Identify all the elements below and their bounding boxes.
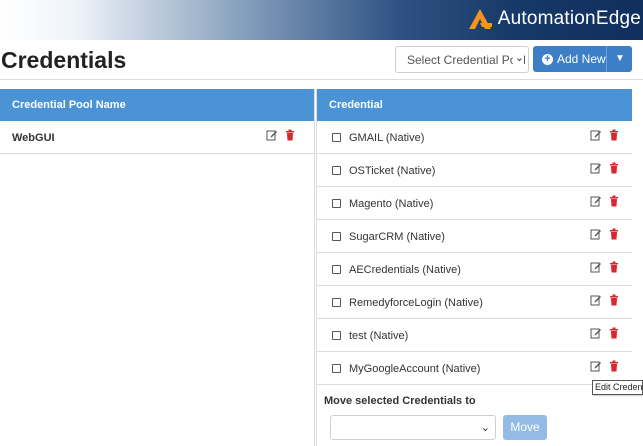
credential-row[interactable]: OSTicket (Native) bbox=[317, 154, 632, 187]
brand-name: AutomationEdge bbox=[497, 8, 641, 29]
edit-icon[interactable] bbox=[266, 129, 278, 141]
credential-pool-header: Credential Pool Name bbox=[0, 89, 314, 121]
delete-icon[interactable] bbox=[608, 294, 620, 306]
credential-label: test (Native) bbox=[349, 330, 409, 342]
delete-icon[interactable] bbox=[608, 360, 620, 372]
credential-label: MyGoogleAccount (Native) bbox=[349, 363, 481, 375]
credential-checkbox[interactable] bbox=[332, 133, 341, 142]
credential-actions bbox=[590, 261, 620, 273]
chevron-down-icon: ⌄ bbox=[480, 422, 490, 434]
delete-icon[interactable] bbox=[608, 261, 620, 273]
credential-label: RemedyforceLogin (Native) bbox=[349, 297, 483, 309]
edit-icon[interactable] bbox=[590, 261, 602, 273]
credential-checkbox[interactable] bbox=[332, 364, 341, 373]
add-new-label: Add New bbox=[557, 52, 606, 66]
delete-icon[interactable] bbox=[608, 327, 620, 339]
pool-actions bbox=[266, 129, 296, 141]
delete-icon[interactable] bbox=[608, 228, 620, 240]
credential-checkbox[interactable] bbox=[332, 331, 341, 340]
brand-logo: AutomationEdge bbox=[468, 6, 641, 32]
pool-row[interactable]: WebGUI bbox=[0, 121, 314, 154]
move-target-select[interactable]: ⌄ bbox=[330, 415, 496, 440]
credential-label: GMAIL (Native) bbox=[349, 132, 425, 144]
credential-label: AECredentials (Native) bbox=[349, 264, 461, 276]
credential-checkbox[interactable] bbox=[332, 199, 341, 208]
credential-checkbox[interactable] bbox=[332, 232, 341, 241]
move-credentials-label: Move selected Credentials to bbox=[324, 395, 476, 407]
credential-actions bbox=[590, 195, 620, 207]
credential-row[interactable]: test (Native) bbox=[317, 319, 632, 352]
credential-actions bbox=[590, 294, 620, 306]
move-button[interactable]: Move bbox=[503, 415, 547, 440]
delete-icon[interactable] bbox=[608, 195, 620, 207]
credential-actions bbox=[590, 228, 620, 240]
credential-row[interactable]: Magento (Native) bbox=[317, 187, 632, 220]
edit-credential-tooltip: Edit Credential bbox=[592, 380, 643, 395]
edit-icon[interactable] bbox=[590, 195, 602, 207]
add-new-button-group: + Add New ▼ bbox=[533, 46, 632, 72]
caret-down-icon: ▼ bbox=[615, 53, 625, 64]
credential-label: OSTicket (Native) bbox=[349, 165, 436, 177]
credential-panel: Credential GMAIL (Native) OSTicket (Nativ… bbox=[316, 89, 632, 446]
credential-list: GMAIL (Native) OSTicket (Native) Magento (… bbox=[317, 121, 632, 385]
credential-pool-select[interactable]: Select Credential Pool ⌄ bbox=[395, 46, 529, 73]
pool-name: WebGUI bbox=[12, 132, 55, 144]
credential-header: Credential bbox=[317, 89, 632, 121]
credential-actions bbox=[590, 162, 620, 174]
credential-checkbox[interactable] bbox=[332, 166, 341, 175]
delete-icon[interactable] bbox=[608, 162, 620, 174]
credential-row[interactable]: RemedyforceLogin (Native) bbox=[317, 286, 632, 319]
add-new-button[interactable]: + Add New bbox=[533, 46, 607, 72]
edit-icon[interactable] bbox=[590, 228, 602, 240]
credential-checkbox[interactable] bbox=[332, 298, 341, 307]
credential-row[interactable]: SugarCRM (Native) bbox=[317, 220, 632, 253]
edit-icon[interactable] bbox=[590, 129, 602, 141]
edit-icon[interactable] bbox=[590, 360, 602, 372]
credential-checkbox[interactable] bbox=[332, 265, 341, 274]
chevron-down-icon: ⌄ bbox=[512, 51, 524, 64]
credential-pool-select-value: Select Credential Pool bbox=[407, 53, 526, 67]
top-bar: AutomationEdge bbox=[0, 0, 643, 40]
credential-label: SugarCRM (Native) bbox=[349, 231, 445, 243]
add-new-dropdown-toggle[interactable]: ▼ bbox=[608, 46, 632, 72]
edit-icon[interactable] bbox=[590, 327, 602, 339]
credential-row[interactable]: MyGoogleAccount (Native) bbox=[317, 352, 632, 385]
page-title: Credentials bbox=[1, 47, 127, 73]
automationedge-logo-icon bbox=[468, 9, 492, 29]
credential-actions bbox=[590, 360, 620, 372]
credential-actions bbox=[590, 129, 620, 141]
title-bar: Credentials Select Credential Pool ⌄ + A… bbox=[0, 40, 643, 80]
credential-pool-panel: Credential Pool Name WebGUI bbox=[0, 89, 315, 446]
edit-icon[interactable] bbox=[590, 294, 602, 306]
credential-row[interactable]: GMAIL (Native) bbox=[317, 121, 632, 154]
delete-icon[interactable] bbox=[608, 129, 620, 141]
credential-actions bbox=[590, 327, 620, 339]
delete-icon[interactable] bbox=[284, 129, 296, 141]
credential-label: Magento (Native) bbox=[349, 198, 434, 210]
plus-circle-icon: + bbox=[542, 53, 553, 65]
edit-icon[interactable] bbox=[590, 162, 602, 174]
credential-row[interactable]: AECredentials (Native) bbox=[317, 253, 632, 286]
